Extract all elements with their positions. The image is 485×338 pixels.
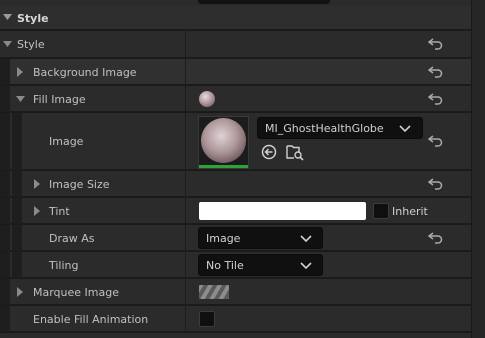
row-label: Fill Image — [33, 93, 86, 106]
indent-bar — [12, 225, 22, 251]
row-marquee-image[interactable]: Marquee Image — [0, 279, 471, 305]
column-divider — [185, 252, 186, 278]
asset-name: MI_GhostHealthGlobe — [265, 122, 384, 135]
reset-to-default-icon[interactable] — [428, 134, 448, 150]
column-divider — [185, 279, 186, 305]
indent-bar — [12, 113, 22, 170]
indent-bar — [0, 113, 10, 170]
column-divider — [185, 225, 186, 251]
enable-fill-animation-checkbox[interactable] — [199, 311, 215, 327]
column-divider — [185, 86, 186, 112]
row-image-size[interactable]: Image Size — [0, 171, 471, 197]
asset-picker-combo[interactable]: MI_GhostHealthGlobe — [257, 117, 423, 139]
row-fill-image[interactable]: Fill Image — [0, 86, 471, 112]
column-divider — [185, 171, 186, 197]
scrollbar[interactable] — [471, 0, 485, 338]
selected-value: Image — [206, 232, 241, 245]
reset-to-default-icon[interactable] — [428, 231, 448, 247]
draw-as-dropdown[interactable]: Image — [198, 227, 323, 249]
row-image[interactable]: Image MI_GhostHealthGlobe — [0, 113, 471, 170]
indent-bar — [0, 59, 10, 85]
chevron-down-icon — [300, 260, 312, 270]
column-divider — [185, 198, 186, 224]
row-tint[interactable]: Tint Inherit — [0, 198, 471, 224]
indent-bar — [0, 198, 10, 224]
indent-bar — [0, 171, 10, 197]
use-selected-asset-icon[interactable] — [261, 144, 277, 160]
globe-material-icon — [201, 118, 246, 163]
chevron-down-icon — [3, 41, 13, 51]
chevron-right-icon[interactable] — [34, 179, 44, 189]
indent-bar — [0, 306, 10, 332]
chevron-down-icon — [399, 123, 411, 133]
row-label: Draw As — [49, 232, 95, 245]
marquee-image-preview-icon — [199, 285, 229, 299]
column-divider — [185, 31, 186, 58]
row-enable-fill-animation[interactable]: Enable Fill Animation — [0, 306, 471, 332]
row-label: Image Size — [49, 178, 110, 191]
inherit-checkbox[interactable] — [373, 203, 389, 219]
category-label: Style — [17, 12, 49, 25]
bottom-strip — [0, 333, 471, 338]
subcategory-style[interactable]: Style — [0, 31, 471, 58]
row-background-image[interactable]: Background Image — [0, 59, 471, 85]
column-divider — [185, 306, 186, 332]
row-label: Image — [49, 135, 84, 148]
reset-to-default-icon[interactable] — [428, 37, 448, 53]
subcategory-label: Style — [17, 38, 45, 51]
row-label: Enable Fill Animation — [33, 313, 149, 326]
chevron-down-icon[interactable] — [16, 96, 26, 106]
row-label: Tiling — [49, 259, 79, 272]
chevron-down-icon — [300, 233, 312, 243]
indent-bar — [0, 225, 10, 251]
row-label: Background Image — [33, 66, 137, 79]
indent-bar — [12, 252, 22, 278]
tiling-dropdown[interactable]: No Tile — [198, 254, 323, 276]
asset-type-color-bar — [199, 165, 248, 168]
tint-color-swatch[interactable] — [199, 202, 366, 220]
indent-bar — [0, 279, 10, 305]
chevron-down-icon — [3, 14, 13, 24]
indent-bar — [0, 252, 10, 278]
row-label: Tint — [49, 205, 70, 218]
row-tiling[interactable]: Tiling No Tile — [0, 252, 471, 278]
selected-value: No Tile — [206, 259, 244, 272]
fill-image-preview-icon — [199, 91, 215, 107]
chevron-right-icon[interactable] — [17, 67, 27, 77]
indent-bar — [12, 198, 22, 224]
reset-to-default-icon[interactable] — [428, 92, 448, 108]
category-style-header[interactable]: Style — [0, 6, 471, 30]
chevron-right-icon[interactable] — [17, 287, 27, 297]
partial-combo[interactable] — [198, 0, 330, 4]
reset-to-default-icon[interactable] — [428, 177, 448, 193]
asset-thumbnail[interactable] — [198, 116, 249, 169]
indent-bar — [0, 86, 10, 112]
indent-bar — [12, 171, 22, 197]
row-label: Marquee Image — [33, 286, 119, 299]
reset-to-default-icon[interactable] — [428, 65, 448, 81]
row-draw-as[interactable]: Draw As Image — [0, 225, 471, 251]
column-divider — [185, 113, 186, 170]
column-divider — [185, 59, 186, 85]
inherit-label: Inherit — [392, 205, 428, 218]
chevron-right-icon[interactable] — [34, 206, 44, 216]
browse-to-asset-icon[interactable] — [286, 143, 304, 161]
